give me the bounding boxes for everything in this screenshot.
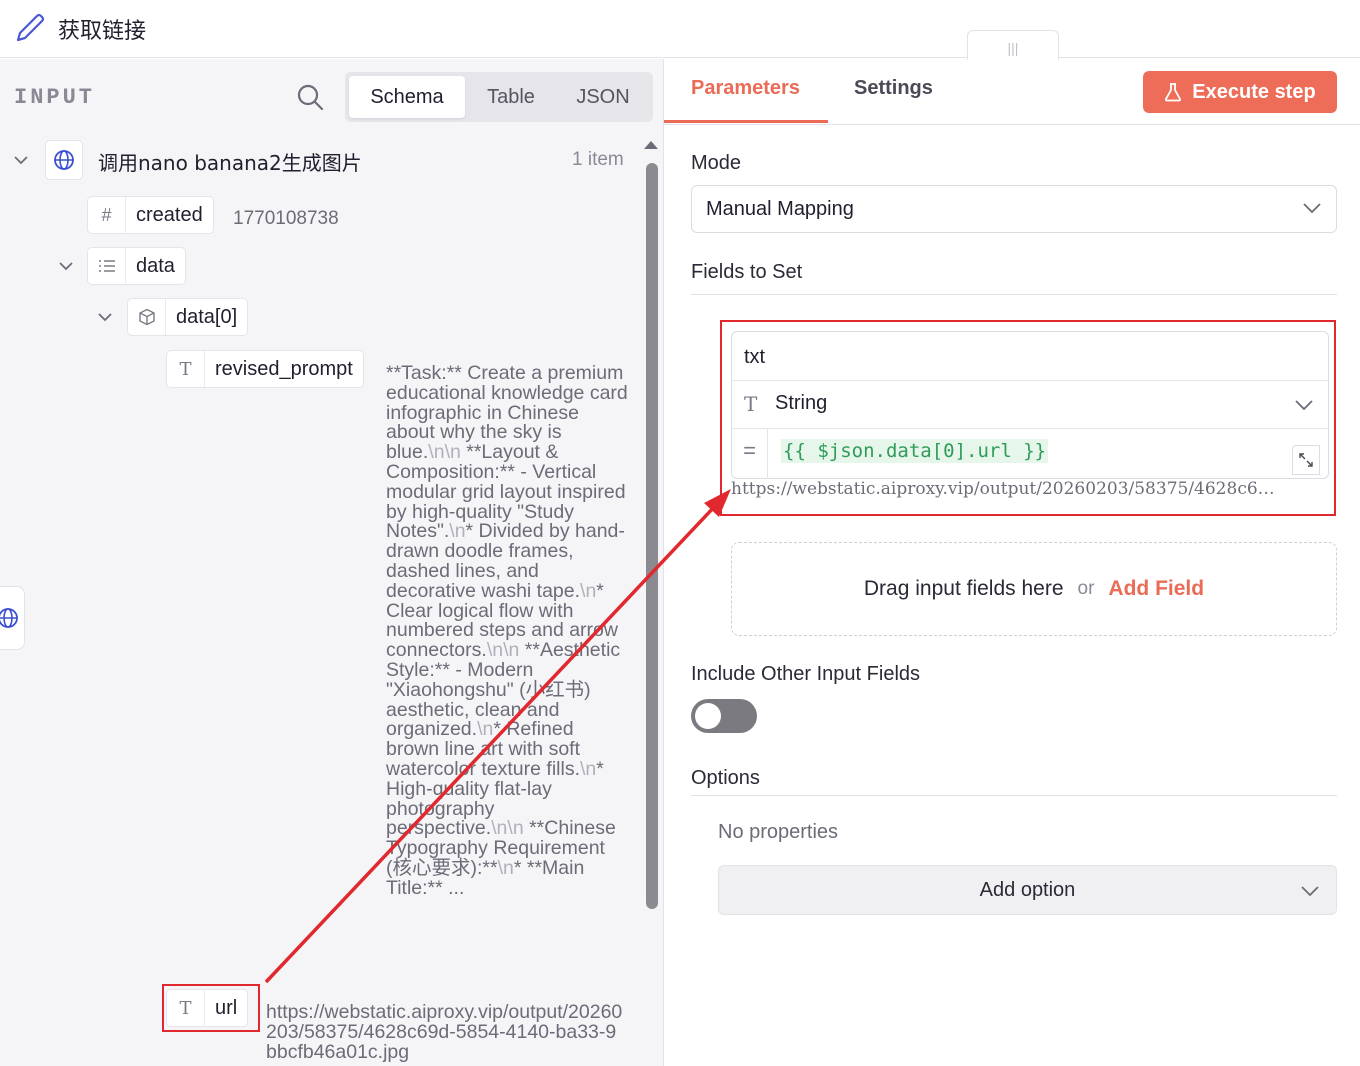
newline-escape: \n (449, 520, 466, 543)
active-tab-indicator (664, 120, 828, 123)
include-other-fields-label: Include Other Input Fields (691, 663, 921, 685)
globe-icon (45, 140, 83, 180)
tab-parameters[interactable]: Parameters (691, 77, 800, 100)
add-option-label: Add option (979, 879, 1076, 901)
input-panel: INPUT Schema Table JSON 调用nano banana2生成… (0, 59, 663, 1066)
field-name: revised_prompt (215, 357, 353, 380)
workflow-node-title[interactable]: 获取链接 (58, 13, 146, 45)
parameters-panel: Parameters Settings Execute step Mode Ma… (663, 59, 1360, 1066)
chevron-down-icon (1301, 886, 1319, 897)
field-created[interactable]: # created (87, 196, 214, 234)
newline-escape: \n (491, 817, 508, 840)
side-node-tab[interactable] (0, 586, 25, 650)
execute-step-label: Execute step (1192, 80, 1316, 103)
chevron-down-icon[interactable] (12, 151, 30, 169)
number-type-icon: # (88, 197, 126, 233)
execute-step-button[interactable]: Execute step (1143, 71, 1337, 113)
mode-select[interactable]: Manual Mapping (691, 185, 1337, 233)
scroll-up-arrow[interactable] (644, 141, 658, 149)
newline-escape: \n (444, 441, 461, 464)
header-bar: 获取链接 (0, 0, 1360, 58)
chevron-down-icon (1303, 203, 1321, 214)
flask-icon (1165, 83, 1182, 102)
options-label: Options (691, 767, 760, 789)
pencil-icon[interactable] (12, 10, 48, 46)
field-value: 1770108738 (233, 208, 339, 229)
add-field-link[interactable]: Add Field (1108, 577, 1204, 601)
globe-icon (0, 608, 18, 628)
field-name: data[0] (176, 305, 238, 328)
fields-to-set-label: Fields to Set (691, 261, 803, 283)
newline-escape: \n (503, 639, 520, 662)
newline-escape: \n (486, 639, 504, 662)
dropzone-or: or (1077, 578, 1095, 599)
revised-prompt-value: **Task:** Create a premium educational k… (386, 363, 631, 899)
source-node-name: 调用nano banana2生成图片 (98, 151, 362, 175)
divider (691, 294, 1337, 295)
cube-icon (128, 299, 166, 335)
field-data-0[interactable]: data[0] (127, 298, 249, 336)
list-icon (88, 248, 126, 284)
newline-escape: \n (428, 441, 445, 464)
field-data[interactable]: data (87, 247, 186, 285)
url-value: https://webstatic.aiproxy.vip/output/202… (266, 1001, 623, 1063)
newline-escape: \n (580, 579, 597, 602)
text-type-icon: T (167, 351, 205, 387)
annotation-box-expression (720, 320, 1336, 516)
no-properties-text: No properties (718, 821, 839, 843)
include-other-fields-toggle[interactable] (691, 699, 757, 733)
chevron-down-icon[interactable] (57, 257, 75, 275)
add-option-dropdown[interactable]: Add option (718, 865, 1337, 915)
newline-escape: \n (497, 856, 514, 879)
mode-label: Mode (691, 152, 742, 174)
item-count: 1 item (572, 149, 624, 170)
newline-escape: \n (579, 757, 597, 780)
dropzone-hint: Drag input fields here (863, 577, 1064, 600)
field-name: created (136, 203, 203, 226)
tab-settings[interactable]: Settings (854, 77, 933, 100)
newline-escape: \n (477, 718, 494, 741)
mode-value: Manual Mapping (706, 198, 854, 220)
field-revised-prompt[interactable]: T revised_prompt (166, 350, 364, 388)
scrollbar-thumb[interactable] (646, 163, 658, 909)
field-name: data (136, 254, 175, 277)
newline-escape: \n (507, 817, 524, 840)
field-dropzone[interactable]: Drag input fields here or Add Field (731, 542, 1337, 636)
divider (691, 795, 1337, 796)
chevron-down-icon[interactable] (96, 308, 114, 326)
schema-tree: 调用nano banana2生成图片 1 item # created 1770… (0, 59, 640, 1066)
annotation-box-url (162, 984, 260, 1032)
toggle-knob (695, 703, 721, 729)
panel-drag-handle[interactable]: ||| (967, 30, 1059, 60)
divider (664, 124, 1360, 125)
